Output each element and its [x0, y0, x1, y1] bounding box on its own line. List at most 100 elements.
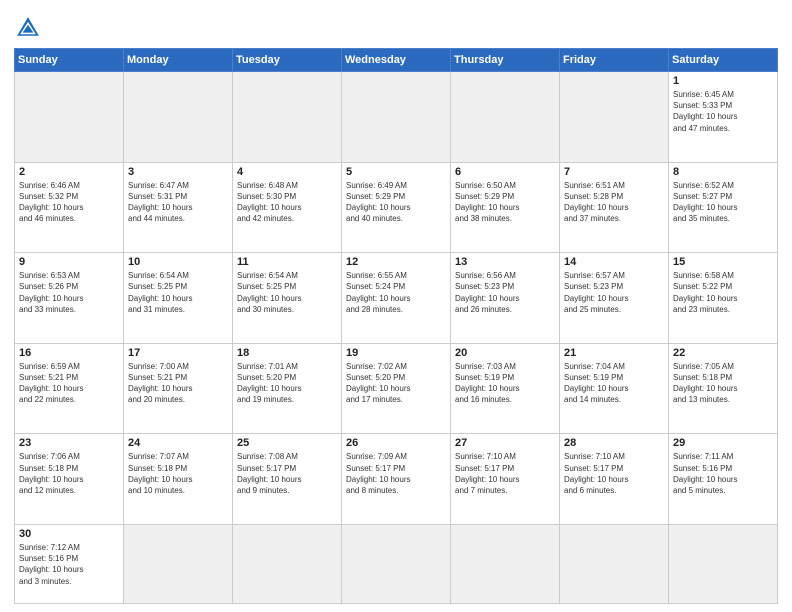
day-number: 5	[346, 166, 446, 178]
calendar-week-row: 16 Sunrise: 6:59 AM Sunset: 5:21 PM Dayli…	[15, 343, 778, 434]
calendar-cell: 16 Sunrise: 6:59 AM Sunset: 5:21 PM Dayli…	[15, 343, 124, 434]
day-number: 10	[128, 256, 228, 268]
calendar-week-row: 30Sunrise: 7:12 AM Sunset: 5:16 PM Dayli…	[15, 524, 778, 603]
day-info: Sunrise: 6:59 AM Sunset: 5:21 PM Dayligh…	[19, 361, 119, 406]
day-info: Sunrise: 6:47 AM Sunset: 5:31 PM Dayligh…	[128, 180, 228, 225]
day-info: Sunrise: 7:10 AM Sunset: 5:17 PM Dayligh…	[564, 451, 664, 496]
calendar-cell	[669, 524, 778, 603]
day-number: 30	[19, 528, 119, 540]
calendar-cell: 13 Sunrise: 6:56 AM Sunset: 5:23 PM Dayli…	[451, 253, 560, 344]
day-info: Sunrise: 7:00 AM Sunset: 5:21 PM Dayligh…	[128, 361, 228, 406]
day-number: 24	[128, 437, 228, 449]
calendar-cell: 9 Sunrise: 6:53 AM Sunset: 5:26 PM Daylig…	[15, 253, 124, 344]
day-number: 26	[346, 437, 446, 449]
calendar-cell: 27 Sunrise: 7:10 AM Sunset: 5:17 PM Dayli…	[451, 434, 560, 525]
calendar-cell: 26 Sunrise: 7:09 AM Sunset: 5:17 PM Dayli…	[342, 434, 451, 525]
header	[14, 10, 778, 42]
day-info: Sunrise: 6:49 AM Sunset: 5:29 PM Dayligh…	[346, 180, 446, 225]
calendar-cell	[342, 524, 451, 603]
day-info: Sunrise: 7:02 AM Sunset: 5:20 PM Dayligh…	[346, 361, 446, 406]
calendar-week-row: 2 Sunrise: 6:46 AM Sunset: 5:32 PM Daylig…	[15, 162, 778, 253]
day-number: 23	[19, 437, 119, 449]
calendar-cell: 14 Sunrise: 6:57 AM Sunset: 5:23 PM Dayli…	[560, 253, 669, 344]
day-number: 16	[19, 347, 119, 359]
day-number: 9	[19, 256, 119, 268]
calendar-cell	[342, 72, 451, 163]
day-info: Sunrise: 6:52 AM Sunset: 5:27 PM Dayligh…	[673, 180, 773, 225]
day-number: 29	[673, 437, 773, 449]
day-number: 6	[455, 166, 555, 178]
calendar-cell	[560, 524, 669, 603]
day-info: Sunrise: 6:54 AM Sunset: 5:25 PM Dayligh…	[237, 270, 337, 315]
calendar-cell	[124, 524, 233, 603]
calendar-week-row: 9 Sunrise: 6:53 AM Sunset: 5:26 PM Daylig…	[15, 253, 778, 344]
day-number: 25	[237, 437, 337, 449]
day-info: Sunrise: 6:51 AM Sunset: 5:28 PM Dayligh…	[564, 180, 664, 225]
day-number: 14	[564, 256, 664, 268]
calendar-cell: 20 Sunrise: 7:03 AM Sunset: 5:19 PM Dayli…	[451, 343, 560, 434]
calendar-cell	[124, 72, 233, 163]
calendar-cell: 15 Sunrise: 6:58 AM Sunset: 5:22 PM Dayli…	[669, 253, 778, 344]
calendar-cell: 1Sunrise: 6:45 AM Sunset: 5:33 PM Daylig…	[669, 72, 778, 163]
calendar-cell: 5 Sunrise: 6:49 AM Sunset: 5:29 PM Daylig…	[342, 162, 451, 253]
day-number: 15	[673, 256, 773, 268]
calendar-week-row: 1Sunrise: 6:45 AM Sunset: 5:33 PM Daylig…	[15, 72, 778, 163]
day-info: Sunrise: 7:04 AM Sunset: 5:19 PM Dayligh…	[564, 361, 664, 406]
day-number: 13	[455, 256, 555, 268]
day-info: Sunrise: 7:09 AM Sunset: 5:17 PM Dayligh…	[346, 451, 446, 496]
day-number: 2	[19, 166, 119, 178]
logo	[14, 14, 46, 42]
calendar-cell: 23 Sunrise: 7:06 AM Sunset: 5:18 PM Dayli…	[15, 434, 124, 525]
day-info: Sunrise: 6:58 AM Sunset: 5:22 PM Dayligh…	[673, 270, 773, 315]
day-info: Sunrise: 6:53 AM Sunset: 5:26 PM Dayligh…	[19, 270, 119, 315]
calendar-cell	[233, 524, 342, 603]
day-info: Sunrise: 7:03 AM Sunset: 5:19 PM Dayligh…	[455, 361, 555, 406]
day-number: 18	[237, 347, 337, 359]
day-info: Sunrise: 6:57 AM Sunset: 5:23 PM Dayligh…	[564, 270, 664, 315]
calendar-cell: 18Sunrise: 7:01 AM Sunset: 5:20 PM Dayli…	[233, 343, 342, 434]
calendar-cell: 2 Sunrise: 6:46 AM Sunset: 5:32 PM Daylig…	[15, 162, 124, 253]
day-info: Sunrise: 6:50 AM Sunset: 5:29 PM Dayligh…	[455, 180, 555, 225]
day-info: Sunrise: 6:48 AM Sunset: 5:30 PM Dayligh…	[237, 180, 337, 225]
day-info: Sunrise: 6:45 AM Sunset: 5:33 PM Dayligh…	[673, 89, 773, 134]
day-number: 27	[455, 437, 555, 449]
day-number: 17	[128, 347, 228, 359]
calendar-cell	[451, 524, 560, 603]
calendar-cell	[233, 72, 342, 163]
calendar-cell: 11 Sunrise: 6:54 AM Sunset: 5:25 PM Dayli…	[233, 253, 342, 344]
calendar-cell: 19 Sunrise: 7:02 AM Sunset: 5:20 PM Dayli…	[342, 343, 451, 434]
calendar-cell: 7 Sunrise: 6:51 AM Sunset: 5:28 PM Daylig…	[560, 162, 669, 253]
page: SundayMondayTuesdayWednesdayThursdayFrid…	[0, 0, 792, 612]
day-info: Sunrise: 6:55 AM Sunset: 5:24 PM Dayligh…	[346, 270, 446, 315]
day-info: Sunrise: 7:06 AM Sunset: 5:18 PM Dayligh…	[19, 451, 119, 496]
day-number: 20	[455, 347, 555, 359]
day-info: Sunrise: 7:10 AM Sunset: 5:17 PM Dayligh…	[455, 451, 555, 496]
day-info: Sunrise: 6:56 AM Sunset: 5:23 PM Dayligh…	[455, 270, 555, 315]
calendar-cell: 21 Sunrise: 7:04 AM Sunset: 5:19 PM Dayli…	[560, 343, 669, 434]
day-number: 19	[346, 347, 446, 359]
day-number: 11	[237, 256, 337, 268]
weekday-header: Friday	[560, 49, 669, 72]
day-number: 22	[673, 347, 773, 359]
calendar-cell	[15, 72, 124, 163]
calendar-cell: 12 Sunrise: 6:55 AM Sunset: 5:24 PM Dayli…	[342, 253, 451, 344]
calendar-cell: 6 Sunrise: 6:50 AM Sunset: 5:29 PM Daylig…	[451, 162, 560, 253]
weekday-header: Monday	[124, 49, 233, 72]
calendar-cell: 25Sunrise: 7:08 AM Sunset: 5:17 PM Dayli…	[233, 434, 342, 525]
day-number: 12	[346, 256, 446, 268]
day-number: 8	[673, 166, 773, 178]
day-number: 4	[237, 166, 337, 178]
calendar: SundayMondayTuesdayWednesdayThursdayFrid…	[14, 48, 778, 604]
day-info: Sunrise: 6:46 AM Sunset: 5:32 PM Dayligh…	[19, 180, 119, 225]
day-number: 21	[564, 347, 664, 359]
weekday-header: Saturday	[669, 49, 778, 72]
day-number: 7	[564, 166, 664, 178]
calendar-cell: 29Sunrise: 7:11 AM Sunset: 5:16 PM Dayli…	[669, 434, 778, 525]
weekday-header: Sunday	[15, 49, 124, 72]
day-info: Sunrise: 7:05 AM Sunset: 5:18 PM Dayligh…	[673, 361, 773, 406]
day-number: 28	[564, 437, 664, 449]
logo-icon	[14, 14, 42, 42]
calendar-cell: 22 Sunrise: 7:05 AM Sunset: 5:18 PM Dayli…	[669, 343, 778, 434]
calendar-cell: 28 Sunrise: 7:10 AM Sunset: 5:17 PM Dayli…	[560, 434, 669, 525]
calendar-cell	[451, 72, 560, 163]
